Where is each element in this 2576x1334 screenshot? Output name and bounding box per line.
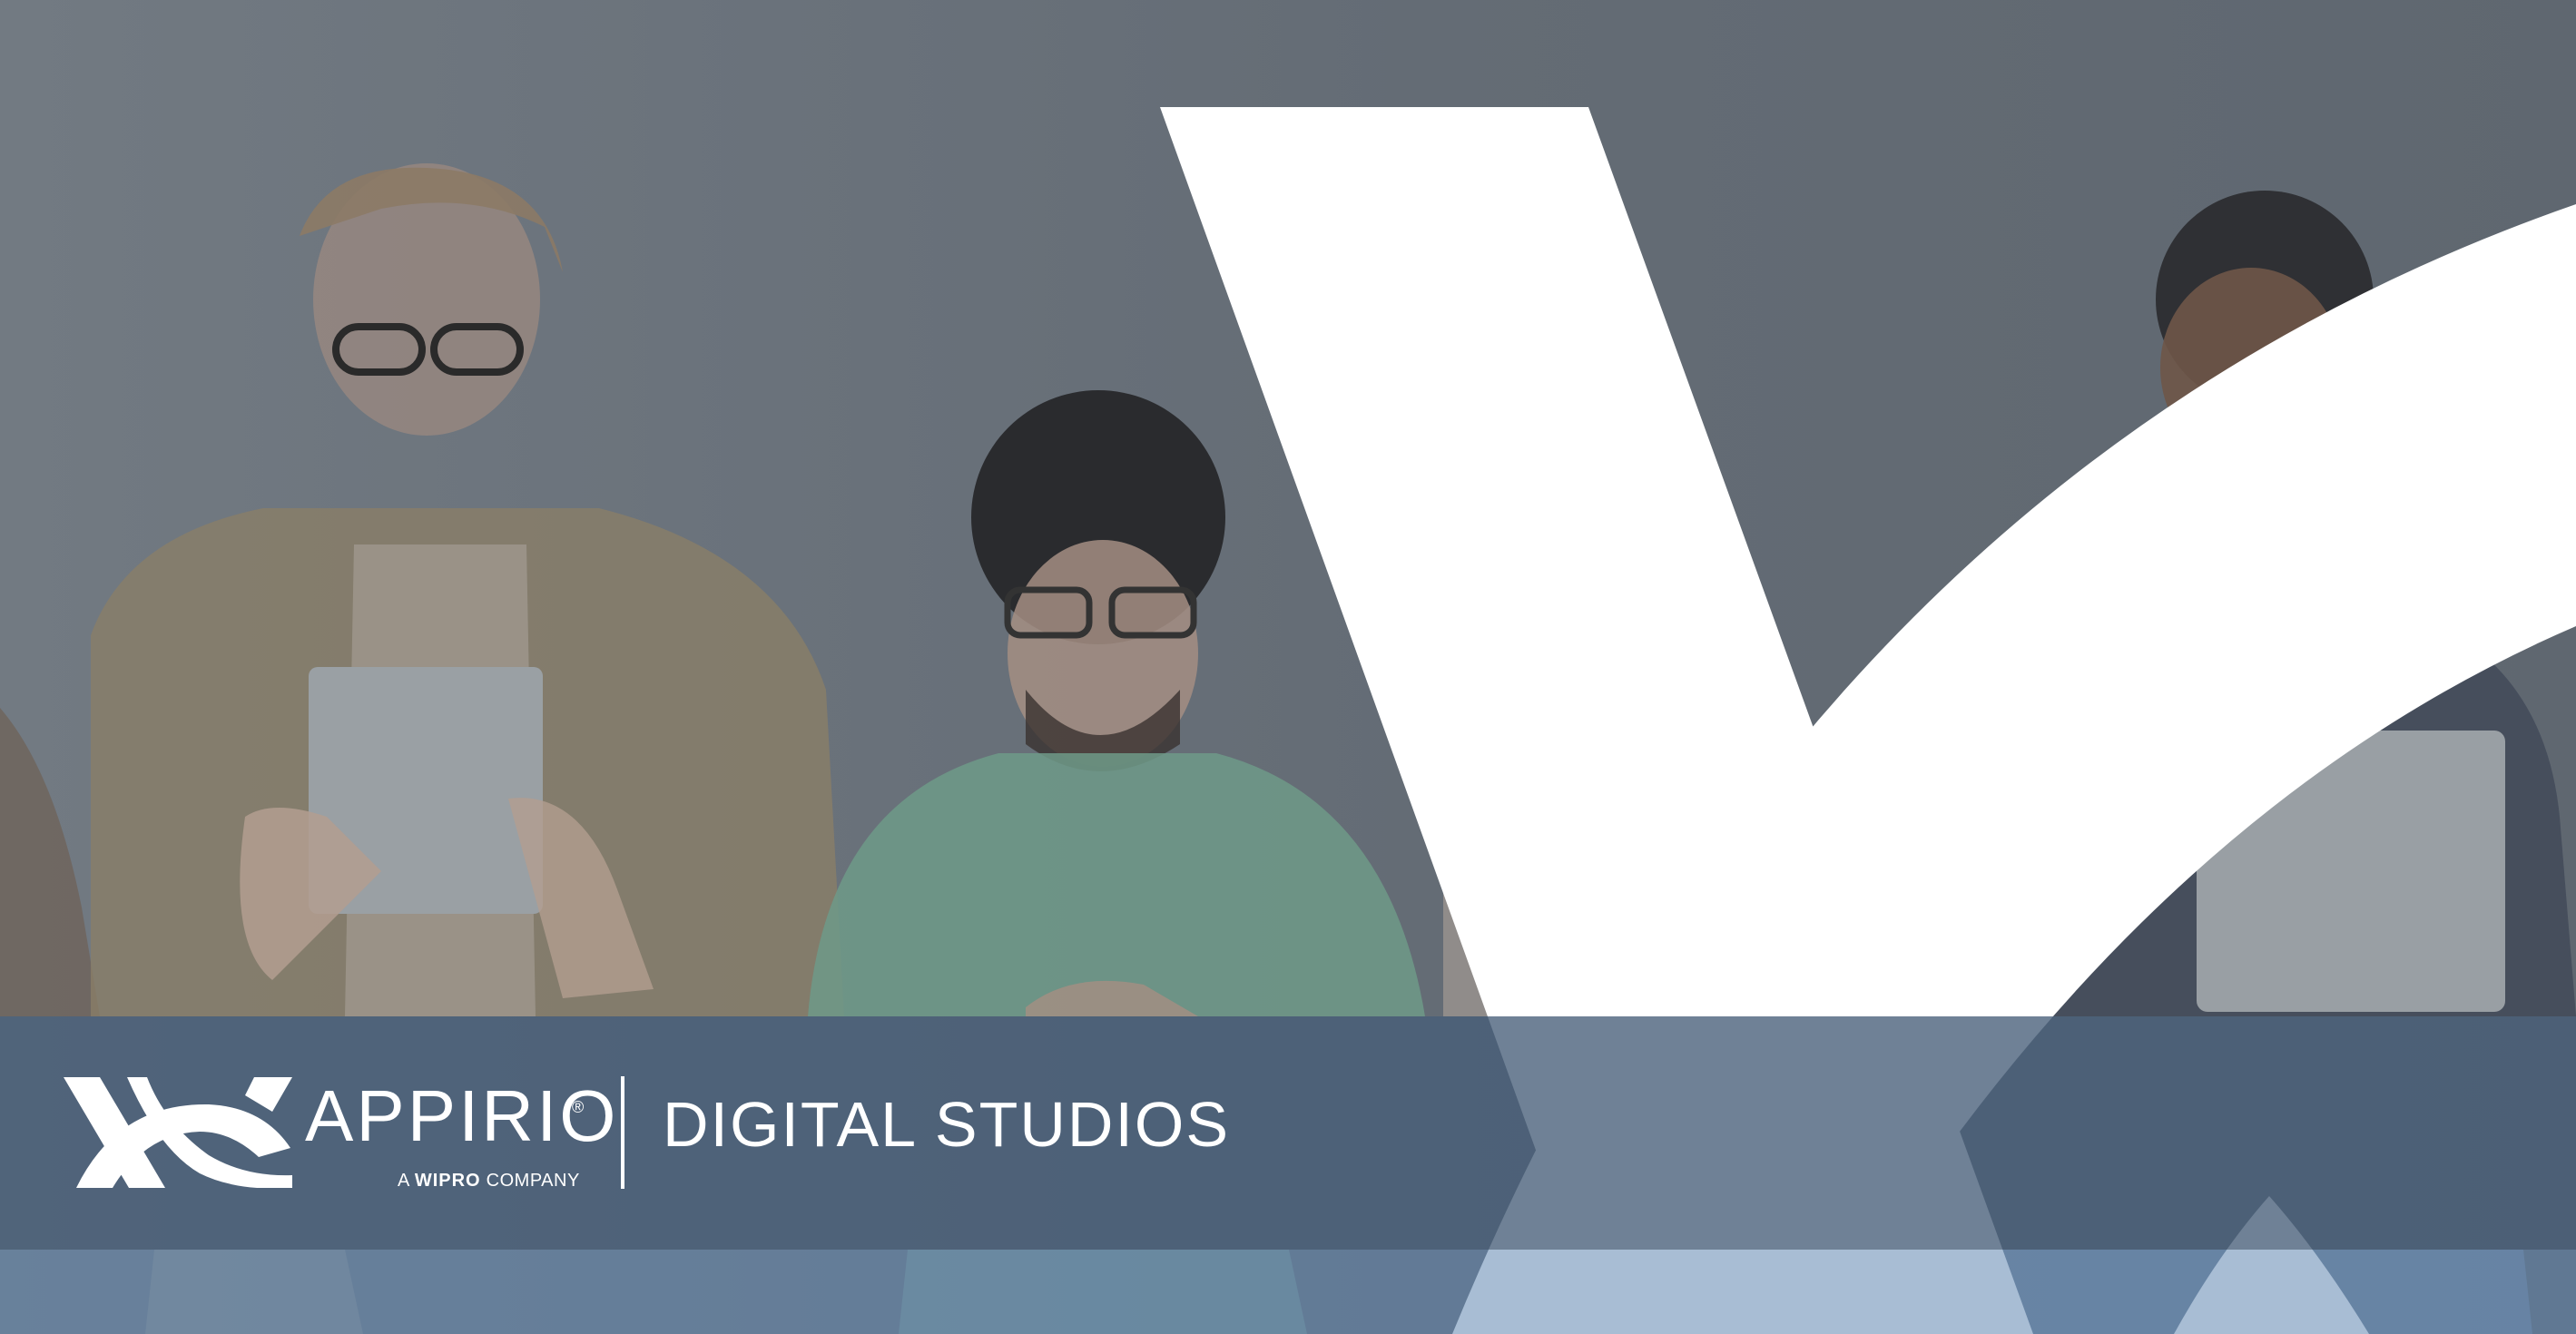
product-name: DIGITAL STUDIOS	[663, 1089, 1231, 1160]
tagline: A WIPRO COMPANY	[398, 1171, 580, 1192]
footer-strip	[0, 1250, 2576, 1334]
appirio-x-logo-icon	[64, 1077, 292, 1188]
hero-banner: APPIRIO ® A WIPRO COMPANY DIGITAL STUDIO…	[0, 0, 2576, 1334]
tagline-company: WIPRO	[414, 1171, 481, 1191]
tagline-prefix: A	[398, 1171, 409, 1191]
tagline-suffix: COMPANY	[486, 1171, 580, 1191]
logo-divider	[621, 1076, 624, 1189]
registered-mark: ®	[572, 1098, 585, 1116]
